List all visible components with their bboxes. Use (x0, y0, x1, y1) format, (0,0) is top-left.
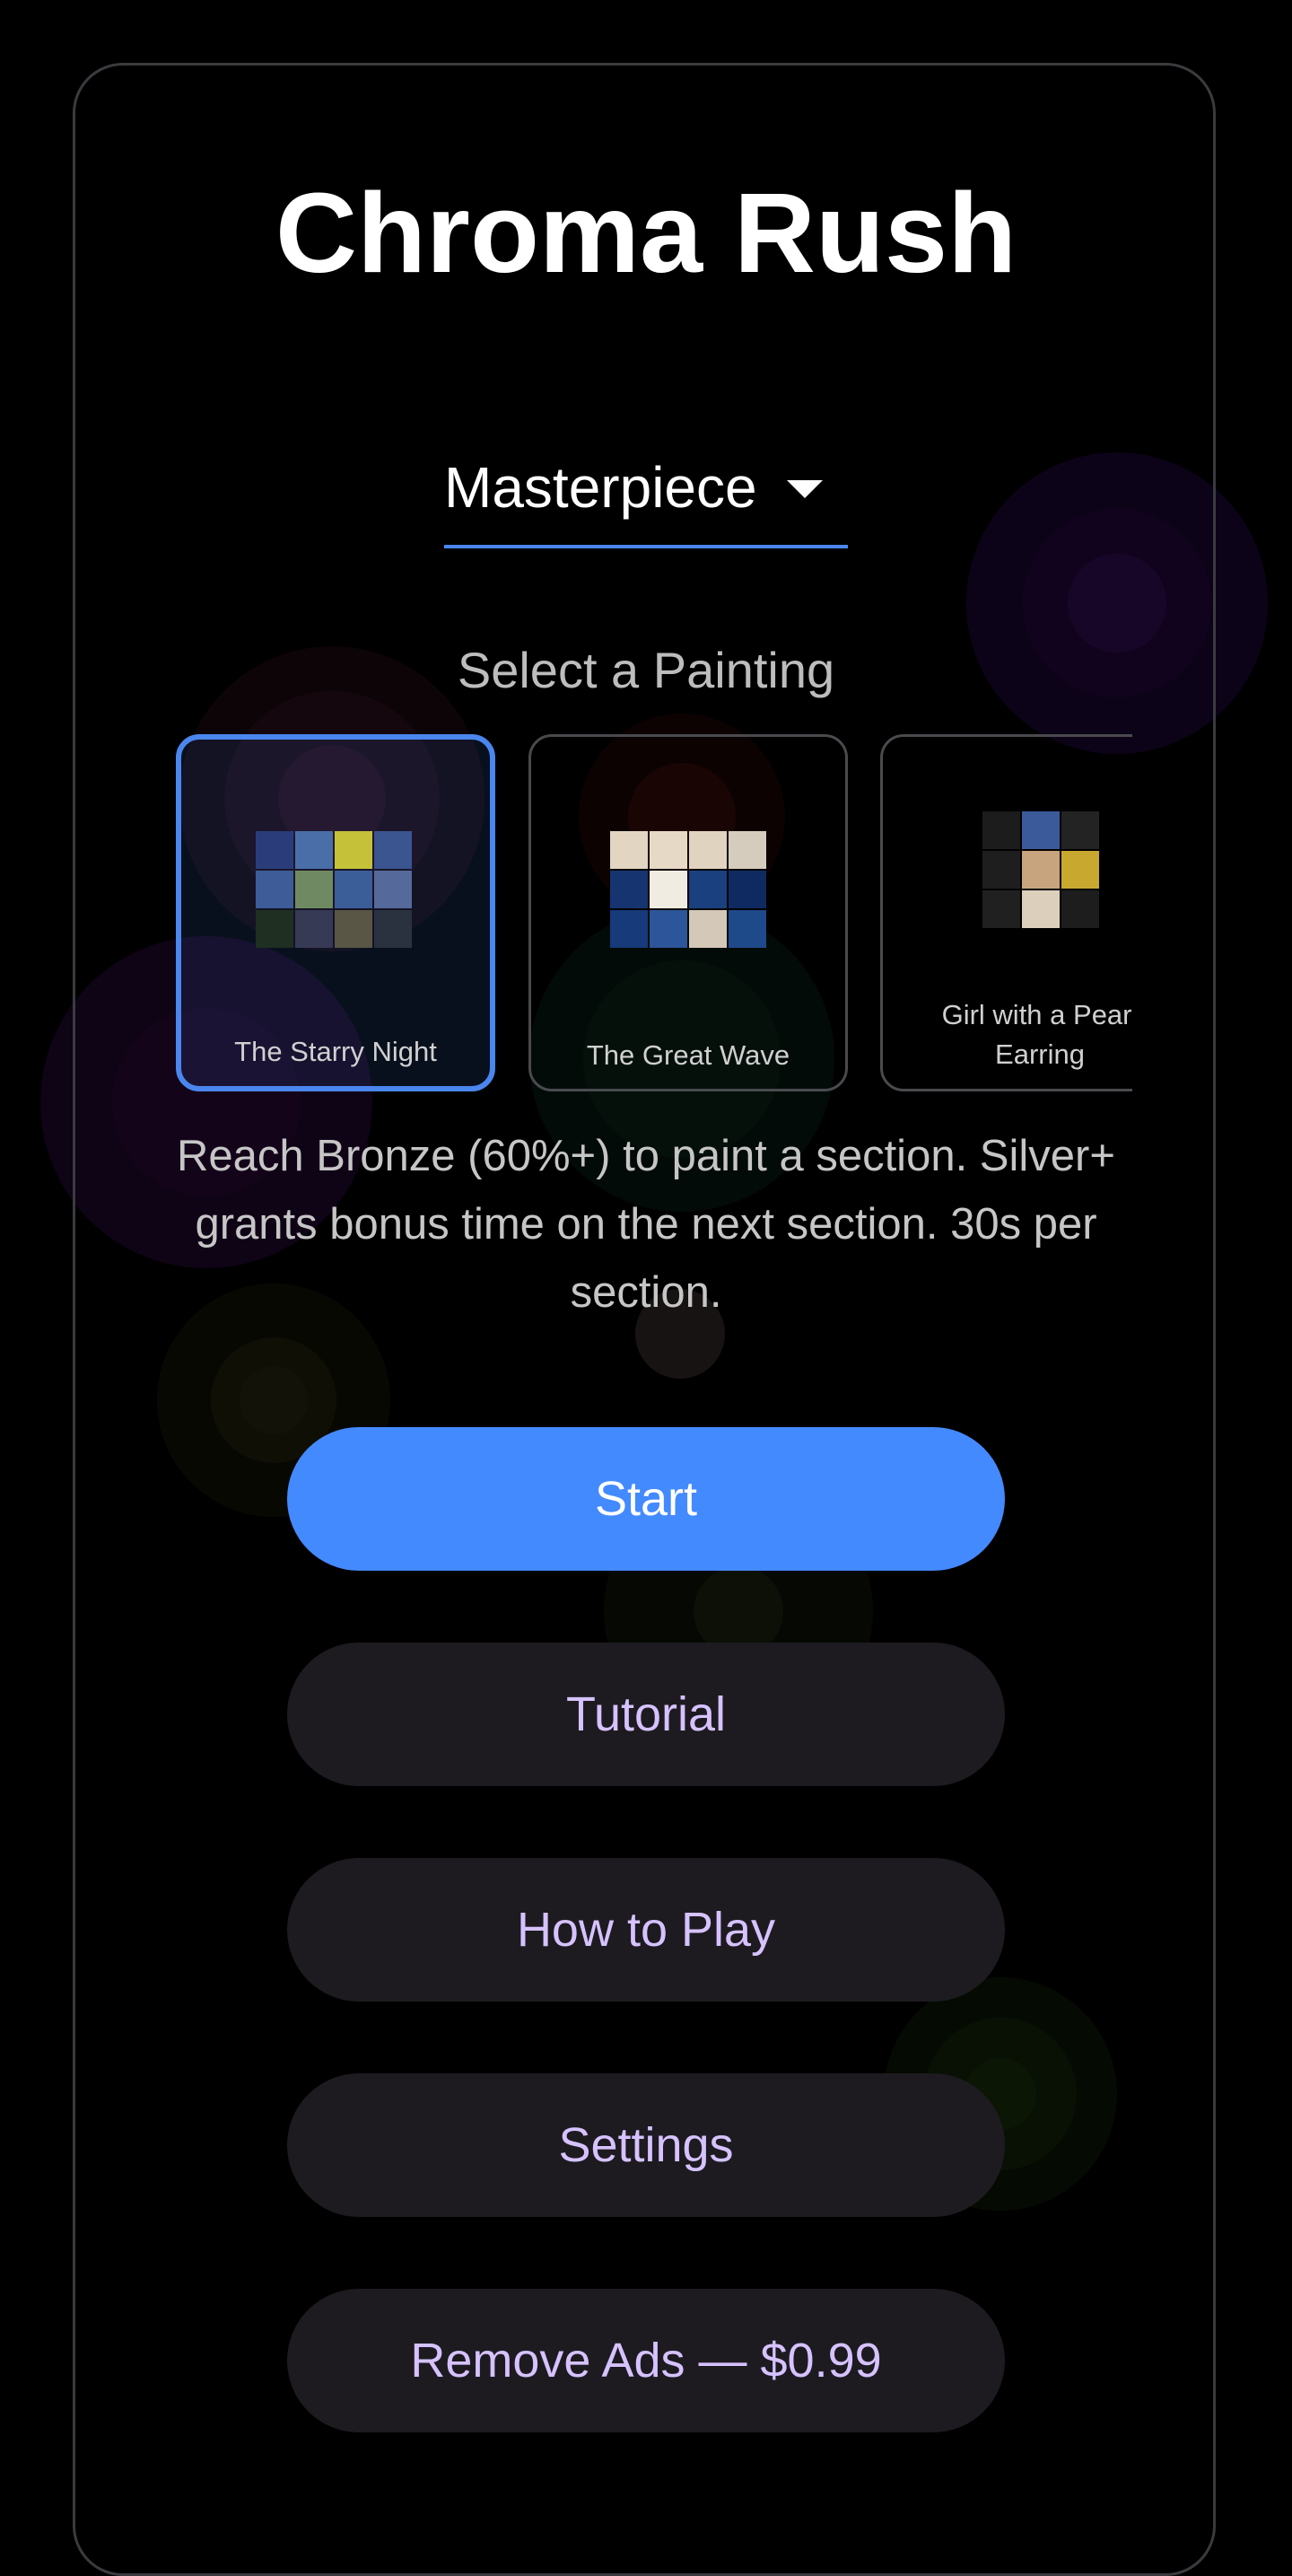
swatch (335, 871, 372, 908)
swatch (689, 871, 727, 908)
swatch (650, 871, 687, 908)
painting-thumbnail-starry-night (256, 831, 412, 948)
swatch (374, 831, 412, 869)
swatch (982, 851, 1020, 889)
swatch (610, 831, 648, 869)
painting-name-pearl-earring: Girl with a Pearl Earring (941, 999, 1132, 1070)
tutorial-button[interactable]: Tutorial (287, 1643, 1005, 1786)
painting-name-starry-night: The Starry Night (234, 1036, 437, 1067)
remove-ads-button[interactable]: Remove Ads — $0.99 (287, 2289, 1005, 2432)
rules-text: Reach Bronze (60%+) to paint a section. … (177, 1132, 1115, 1317)
swatch (650, 910, 687, 948)
swatch (689, 910, 727, 948)
swatch (295, 910, 333, 948)
settings-button[interactable]: Settings (287, 2073, 1005, 2217)
swatch (295, 871, 333, 908)
painting-thumbnail-pearl-earring (982, 811, 1099, 928)
swatch (335, 910, 372, 948)
how-to-play-button[interactable]: How to Play (287, 1858, 1005, 2002)
painting-name-great-wave: The Great Wave (586, 1039, 790, 1071)
swatch (729, 871, 766, 908)
swatch (335, 831, 372, 869)
painting-carousel[interactable]: The Starry Night The Great Wave Girl wit… (176, 732, 1132, 1094)
swatch (1061, 851, 1099, 889)
swatch (610, 871, 648, 908)
swatch (256, 831, 293, 869)
swatch (1061, 811, 1099, 849)
painting-card-great-wave[interactable]: The Great Wave (528, 734, 848, 1091)
swatch (1022, 890, 1060, 928)
swatch (256, 910, 293, 948)
mode-dropdown-value: Masterpiece (444, 455, 757, 520)
swatch (1022, 811, 1060, 849)
swatch (729, 910, 766, 948)
swatch (256, 871, 293, 908)
swatch (374, 910, 412, 948)
caret-down-icon (787, 480, 823, 498)
swatch (650, 831, 687, 869)
painting-card-starry-night[interactable]: The Starry Night (176, 734, 495, 1091)
swatch (1061, 890, 1099, 928)
painting-card-pearl-earring[interactable]: Girl with a Pearl Earring (880, 734, 1132, 1091)
swatch (374, 871, 412, 908)
swatch (729, 831, 766, 869)
mode-dropdown[interactable]: Masterpiece (444, 444, 848, 548)
app-title: Chroma Rush (275, 170, 1017, 296)
swatch (1022, 851, 1060, 889)
swatch (982, 811, 1020, 849)
painting-section-label: Select a Painting (457, 642, 835, 698)
start-button[interactable]: Start (287, 1427, 1005, 1571)
swatch (610, 910, 648, 948)
swatch (295, 831, 333, 869)
swatch (689, 831, 727, 869)
swatch (982, 890, 1020, 928)
painting-thumbnail-great-wave (610, 831, 766, 948)
